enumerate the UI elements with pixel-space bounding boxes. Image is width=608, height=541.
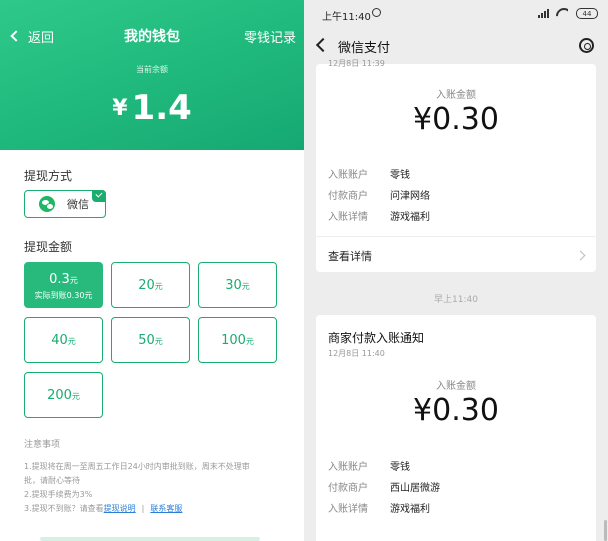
- payment-card-2[interactable]: 商家付款入账通知 12月8日 11:40 入账金额 ¥0.30 入账账户 零钱 付…: [316, 315, 596, 541]
- amount-value: 40: [51, 333, 68, 348]
- info-row: 付款商户 问津网络: [328, 187, 430, 202]
- note-line-1: 1.提现将在周一至周五工作日24小时内审批到账，周末不处理审: [24, 462, 250, 471]
- card-date: 12月8日 11:39: [328, 59, 385, 68]
- wifi-icon: [556, 8, 568, 18]
- card-date: 12月8日 11:40: [328, 349, 385, 358]
- info-row: 入账账户 零钱: [328, 458, 410, 473]
- info-row: 入账账户 零钱: [328, 166, 410, 181]
- chevron-right-icon: [575, 250, 586, 261]
- amount-option-200[interactable]: 200元: [24, 372, 103, 418]
- received-amount: ¥0.30: [413, 393, 499, 428]
- info-row: 入账详情 游戏福利: [328, 208, 430, 223]
- info-value: 游戏福利: [390, 212, 430, 223]
- amount-option-30[interactable]: 30元: [198, 262, 277, 308]
- alarm-icon: [372, 8, 381, 17]
- note-line-4: 3.提现不到账？请查看提现说明 | 联系客服: [24, 502, 294, 516]
- info-row: 付款商户 西山居微游: [328, 479, 440, 494]
- notes-title: 注意事项: [24, 440, 61, 450]
- amount-caption: 入账金额: [436, 90, 476, 101]
- message-timestamp: 早上11:40: [434, 295, 478, 305]
- amount-option-0-3[interactable]: 0.3元 实际到账0.30元: [24, 262, 103, 308]
- card-title: 商家付款入账通知: [328, 331, 425, 345]
- wallet-screen: 返回 我的钱包 零钱记录 当前余额 ¥1.4 提现方式 微信 提现金额 0.3元…: [0, 0, 304, 541]
- info-value: 问津网络: [390, 191, 430, 202]
- info-key: 入账账户: [328, 170, 368, 181]
- actual-amount-hint: 实际到账0.30元: [34, 291, 93, 300]
- status-time: 上午11:40: [322, 12, 371, 23]
- withdraw-method-label: 微信: [67, 198, 89, 211]
- wallet-header: 返回 我的钱包 零钱记录 当前余额 ¥1.4: [0, 0, 304, 150]
- balance-amount: 1.4: [131, 88, 192, 128]
- wechat-pay-screen: 上午11:40 44 微信支付 12月8日 11:39 入账金额 ¥0.30 入…: [304, 0, 608, 541]
- info-key: 付款商户: [328, 483, 368, 494]
- info-row: 入账详情 游戏福利: [328, 500, 430, 515]
- amount-option-100[interactable]: 100元: [198, 317, 277, 363]
- amount-value: 20: [138, 278, 155, 293]
- withdraw-method-wechat[interactable]: 微信: [24, 190, 106, 218]
- divider: [316, 236, 596, 237]
- amount-unit: 元: [241, 282, 250, 291]
- amount-unit: 元: [69, 276, 78, 285]
- change-record-link[interactable]: 零钱记录: [244, 27, 296, 46]
- amount-option-50[interactable]: 50元: [111, 317, 190, 363]
- info-value: 游戏福利: [390, 504, 430, 515]
- received-amount: ¥0.30: [413, 102, 499, 137]
- amount-value: 0.3: [49, 272, 70, 287]
- wechat-icon: [39, 196, 55, 212]
- info-key: 入账详情: [328, 504, 368, 515]
- info-key: 入账账户: [328, 462, 368, 473]
- info-value: 西山居微游: [390, 483, 440, 494]
- amount-unit: 元: [154, 337, 163, 346]
- withdraw-amount-title: 提现金额: [24, 240, 73, 254]
- amount-unit: 元: [71, 392, 80, 401]
- signal-icon: [538, 9, 550, 18]
- chat-title: 微信支付: [338, 41, 391, 56]
- amount-unit: 元: [154, 282, 163, 291]
- back-arrow-icon[interactable]: [315, 37, 331, 53]
- scrollbar-thumb[interactable]: [604, 520, 607, 541]
- amount-unit: 元: [67, 337, 76, 346]
- status-bar: 上午11:40 44: [304, 0, 608, 28]
- contact-support-link[interactable]: 联系客服: [150, 504, 182, 513]
- note-separator: |: [141, 504, 145, 513]
- amount-value: 30: [225, 278, 242, 293]
- info-value: 零钱: [390, 462, 410, 473]
- balance-caption: 当前余额: [136, 65, 168, 74]
- amount-unit: 元: [245, 337, 254, 346]
- amount-value: 200: [47, 388, 72, 403]
- withdraw-instructions-link[interactable]: 提现说明: [104, 504, 136, 513]
- balance-display: ¥1.4: [0, 88, 304, 128]
- amount-caption: 入账金额: [436, 381, 476, 392]
- note-line-2: 批，请耐心等待: [24, 476, 80, 485]
- note-line-3: 2.提现手续费为3%: [24, 490, 93, 499]
- bottom-button-edge[interactable]: [40, 537, 260, 541]
- currency-symbol: ¥: [112, 96, 128, 121]
- info-key: 入账详情: [328, 212, 368, 223]
- amount-value: 50: [138, 333, 155, 348]
- battery-icon: 44: [576, 8, 598, 19]
- payment-card-1[interactable]: 12月8日 11:39 入账金额 ¥0.30 入账账户 零钱 付款商户 问津网络 入…: [316, 59, 596, 272]
- withdraw-method-title: 提现方式: [24, 169, 73, 183]
- checkmark-icon: [92, 190, 106, 202]
- note-3-prefix: 3.提现不到账？请查看: [24, 504, 104, 513]
- amount-value: 100: [221, 333, 246, 348]
- view-details-link[interactable]: 查看详情: [328, 248, 372, 264]
- gear-icon[interactable]: [579, 38, 594, 53]
- info-key: 付款商户: [328, 191, 368, 202]
- info-value: 零钱: [390, 170, 410, 181]
- amount-option-20[interactable]: 20元: [111, 262, 190, 308]
- amount-option-40[interactable]: 40元: [24, 317, 103, 363]
